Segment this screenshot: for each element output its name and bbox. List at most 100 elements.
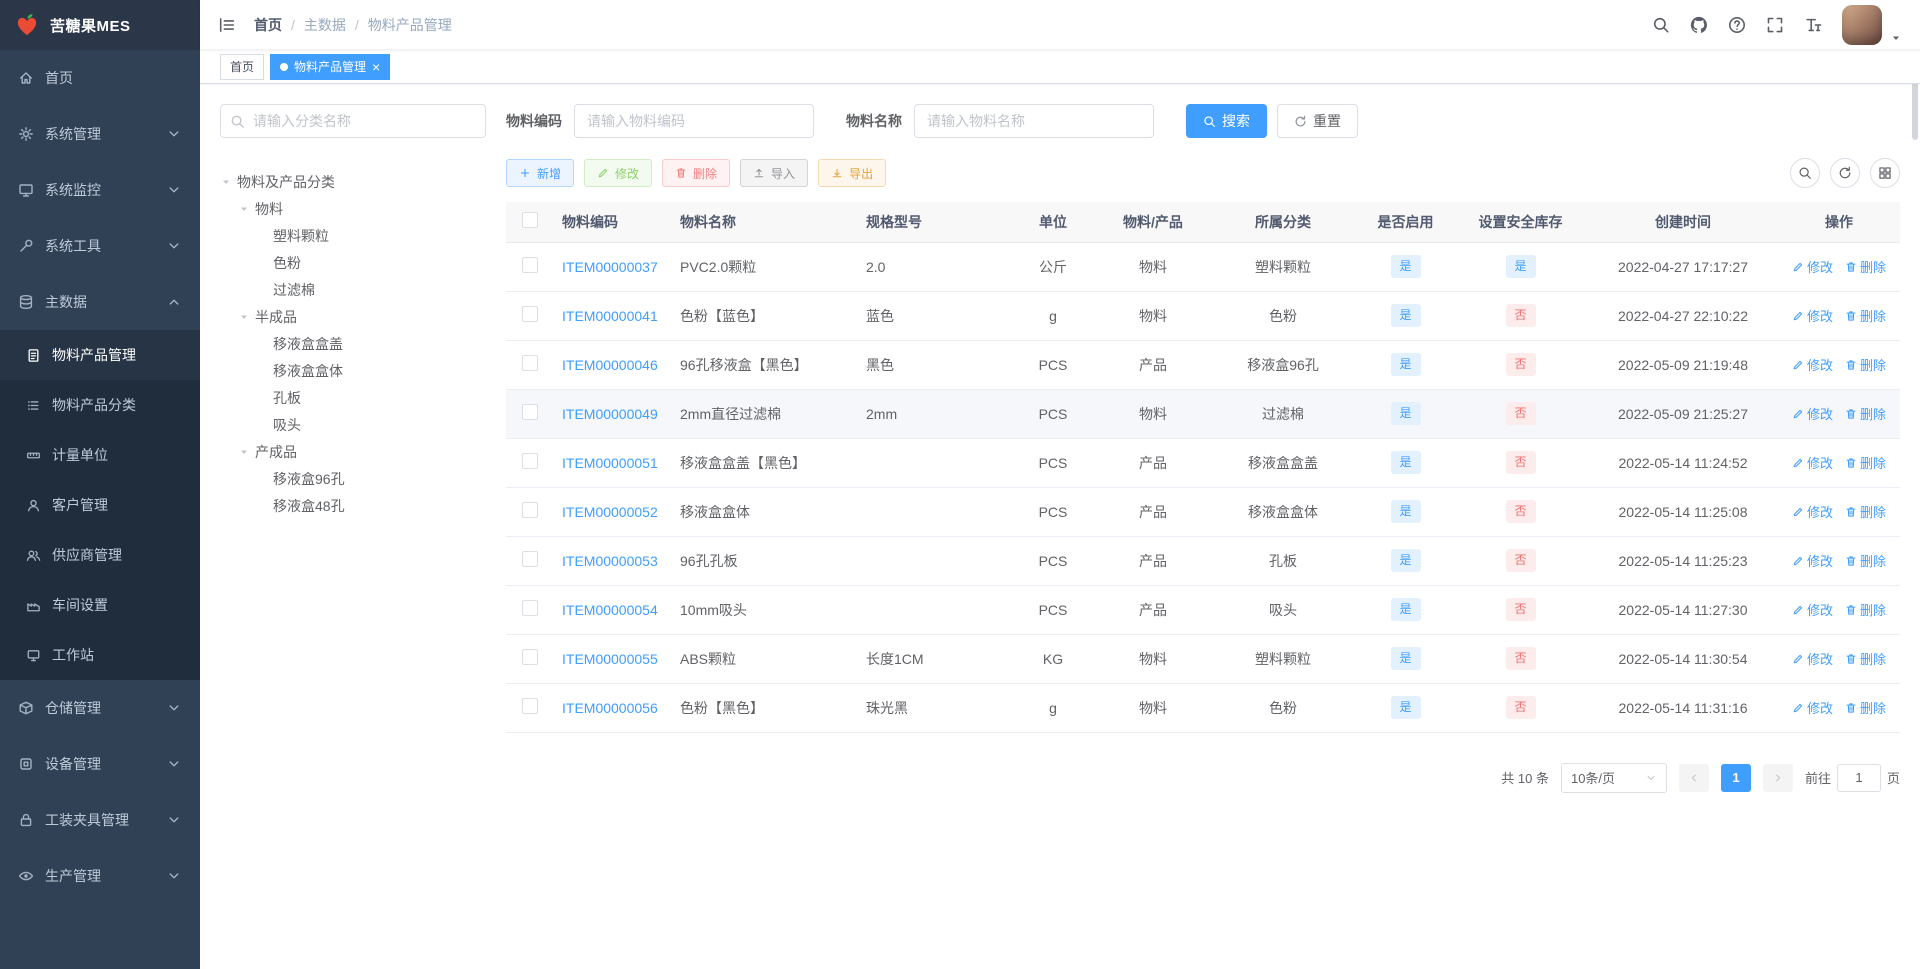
material-code-link[interactable]: ITEM00000056 xyxy=(562,700,658,716)
tree-node[interactable]: 孔板 xyxy=(220,384,486,411)
row-edit-link[interactable]: 修改 xyxy=(1792,257,1833,276)
reset-button[interactable]: 重置 xyxy=(1277,104,1358,138)
toggle-search-button[interactable] xyxy=(1790,158,1820,188)
sidebar-item-fixture-management[interactable]: 工装夹具管理 xyxy=(0,792,200,848)
row-delete-link[interactable]: 删除 xyxy=(1845,502,1886,521)
add-button[interactable]: 新增 xyxy=(506,159,575,187)
app-logo[interactable]: 苦糖果MES xyxy=(0,0,200,50)
tree-node[interactable]: 移液盒盒盖 xyxy=(220,330,486,357)
tree-node[interactable]: 吸头 xyxy=(220,411,486,438)
tab-material-product-management[interactable]: 物料产品管理 × xyxy=(270,53,391,80)
help-icon[interactable] xyxy=(1728,16,1746,34)
sidebar-item-customer-management[interactable]: 客户管理 xyxy=(0,480,200,530)
row-checkbox[interactable] xyxy=(522,453,538,469)
tree-node[interactable]: 移液盒48孔 xyxy=(220,492,486,519)
row-edit-link[interactable]: 修改 xyxy=(1792,551,1833,570)
material-code-link[interactable]: ITEM00000055 xyxy=(562,651,658,667)
row-delete-link[interactable]: 删除 xyxy=(1845,306,1886,325)
sidebar-item-equipment-management[interactable]: 设备管理 xyxy=(0,736,200,792)
row-delete-link[interactable]: 删除 xyxy=(1845,404,1886,423)
row-checkbox[interactable] xyxy=(522,355,538,371)
row-checkbox[interactable] xyxy=(522,502,538,518)
row-checkbox[interactable] xyxy=(522,306,538,322)
row-edit-link[interactable]: 修改 xyxy=(1792,404,1833,423)
row-edit-link[interactable]: 修改 xyxy=(1792,698,1833,717)
tree-node[interactable]: 产成品 xyxy=(220,438,486,465)
delete-button[interactable]: 删除 xyxy=(662,159,731,187)
search-button[interactable]: 搜索 xyxy=(1186,104,1267,138)
row-edit-link[interactable]: 修改 xyxy=(1792,453,1833,472)
sidebar-item-material-product-management[interactable]: 物料产品管理 xyxy=(0,330,200,380)
tree-node[interactable]: 物料 xyxy=(220,195,486,222)
row-checkbox[interactable] xyxy=(522,257,538,273)
material-code-input[interactable] xyxy=(574,104,814,138)
row-checkbox[interactable] xyxy=(522,600,538,616)
sidebar-item-warehouse-management[interactable]: 仓储管理 xyxy=(0,680,200,736)
tree-node[interactable]: 半成品 xyxy=(220,303,486,330)
refresh-table-button[interactable] xyxy=(1830,158,1860,188)
row-edit-link[interactable]: 修改 xyxy=(1792,306,1833,325)
tab-home[interactable]: 首页 xyxy=(220,53,265,80)
material-code-link[interactable]: ITEM00000041 xyxy=(562,308,658,324)
github-icon[interactable] xyxy=(1690,16,1708,34)
material-code-link[interactable]: ITEM00000049 xyxy=(562,406,658,422)
sidebar-toggle-icon[interactable] xyxy=(218,16,236,34)
goto-page-input[interactable] xyxy=(1836,763,1881,792)
row-delete-link[interactable]: 删除 xyxy=(1845,257,1886,276)
import-button[interactable]: 导入 xyxy=(740,159,809,187)
columns-button[interactable] xyxy=(1870,158,1900,188)
fullscreen-icon[interactable] xyxy=(1766,16,1784,34)
row-checkbox[interactable] xyxy=(522,551,538,567)
sidebar-item-home[interactable]: 首页 xyxy=(0,50,200,106)
tree-node[interactable]: 物料及产品分类 xyxy=(220,168,486,195)
export-button[interactable]: 导出 xyxy=(818,159,887,187)
row-delete-link[interactable]: 删除 xyxy=(1845,551,1886,570)
search-icon[interactable] xyxy=(1652,16,1670,34)
material-name-input[interactable] xyxy=(914,104,1154,138)
tree-node[interactable]: 塑料颗粒 xyxy=(220,222,486,249)
tree-node[interactable]: 移液盒96孔 xyxy=(220,465,486,492)
row-delete-link[interactable]: 删除 xyxy=(1845,649,1886,668)
material-code-link[interactable]: ITEM00000051 xyxy=(562,455,658,471)
edit-button[interactable]: 修改 xyxy=(584,159,653,187)
row-delete-link[interactable]: 删除 xyxy=(1845,698,1886,717)
select-all-checkbox[interactable] xyxy=(522,212,538,229)
sidebar-item-production-management[interactable]: 生产管理 xyxy=(0,848,200,904)
category-search-input[interactable] xyxy=(220,104,486,138)
sidebar-item-system-monitor[interactable]: 系统监控 xyxy=(0,162,200,218)
caret-down-icon[interactable] xyxy=(1890,32,1902,44)
row-checkbox[interactable] xyxy=(522,404,538,420)
row-delete-link[interactable]: 删除 xyxy=(1845,600,1886,619)
sidebar-item-system-management[interactable]: 系统管理 xyxy=(0,106,200,162)
sidebar-item-workstation[interactable]: 工作站 xyxy=(0,630,200,680)
tree-node[interactable]: 色粉 xyxy=(220,249,486,276)
row-checkbox[interactable] xyxy=(522,698,538,714)
sidebar-item-workshop-settings[interactable]: 车间设置 xyxy=(0,580,200,630)
material-code-link[interactable]: ITEM00000054 xyxy=(562,602,658,618)
material-code-link[interactable]: ITEM00000046 xyxy=(562,357,658,373)
tree-node[interactable]: 移液盒盒体 xyxy=(220,357,486,384)
material-code-link[interactable]: ITEM00000037 xyxy=(562,259,658,275)
row-delete-link[interactable]: 删除 xyxy=(1845,453,1886,472)
row-edit-link[interactable]: 修改 xyxy=(1792,600,1833,619)
sidebar-item-system-tools[interactable]: 系统工具 xyxy=(0,218,200,274)
page-size-select[interactable]: 10条/页 xyxy=(1560,762,1667,793)
sidebar-item-material-product-category[interactable]: 物料产品分类 xyxy=(0,380,200,430)
material-code-link[interactable]: ITEM00000052 xyxy=(562,504,658,520)
prev-page-button[interactable] xyxy=(1678,763,1709,792)
font-size-icon[interactable] xyxy=(1804,16,1822,34)
sidebar-item-supplier-management[interactable]: 供应商管理 xyxy=(0,530,200,580)
row-checkbox[interactable] xyxy=(522,649,538,665)
page-number-button[interactable]: 1 xyxy=(1720,763,1751,792)
tree-node[interactable]: 过滤棉 xyxy=(220,276,486,303)
avatar[interactable] xyxy=(1842,4,1882,45)
row-edit-link[interactable]: 修改 xyxy=(1792,649,1833,668)
sidebar-item-master-data[interactable]: 主数据 xyxy=(0,274,200,330)
row-edit-link[interactable]: 修改 xyxy=(1792,355,1833,374)
tab-close-icon[interactable]: × xyxy=(372,60,380,74)
next-page-button[interactable] xyxy=(1762,763,1793,792)
row-edit-link[interactable]: 修改 xyxy=(1792,502,1833,521)
sidebar-item-measurement-unit[interactable]: 计量单位 xyxy=(0,430,200,480)
breadcrumb-item[interactable]: 首页 xyxy=(254,15,282,35)
row-delete-link[interactable]: 删除 xyxy=(1845,355,1886,374)
